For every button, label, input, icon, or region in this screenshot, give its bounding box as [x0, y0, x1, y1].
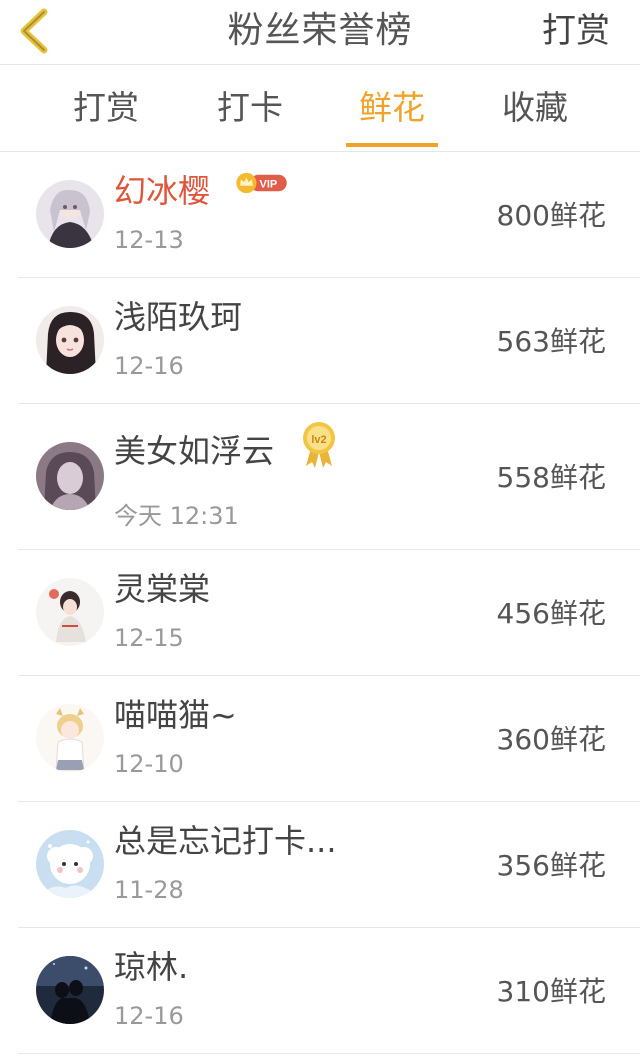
flower-count: 558鲜花	[496, 461, 606, 494]
avatar[interactable]	[36, 956, 104, 1024]
user-name[interactable]: 喵喵猫~	[114, 690, 237, 736]
avatar[interactable]	[36, 578, 104, 646]
list-item[interactable]: 琼林. 12-16 310鲜花	[18, 928, 640, 1054]
list-item[interactable]: 幻冰樱 VIP 12-13 800鲜花	[18, 152, 640, 278]
list-item[interactable]: 美女如浮云 lv2 今天 12:31 558鲜花	[18, 404, 640, 550]
tab-favorites[interactable]: 收藏	[485, 65, 585, 151]
avatar[interactable]	[36, 306, 104, 374]
flower-count: 356鲜花	[496, 849, 606, 882]
tab-label: 打卡	[217, 88, 283, 127]
tab-label: 收藏	[502, 88, 568, 127]
level-medal-icon: lv2	[303, 422, 335, 468]
tab-checkin[interactable]: 打卡	[200, 65, 300, 151]
tab-label: 打赏	[73, 88, 139, 127]
date-label: 11-28	[114, 876, 184, 904]
avatar[interactable]	[36, 180, 104, 248]
avatar[interactable]	[36, 704, 104, 772]
avatar[interactable]	[36, 442, 104, 510]
reward-button[interactable]: 打赏	[542, 0, 610, 62]
tab-flowers[interactable]: 鲜花	[346, 65, 438, 151]
crown-vip-icon: VIP	[236, 172, 287, 194]
flower-count: 310鲜花	[496, 975, 606, 1008]
tab-reward[interactable]: 打赏	[56, 65, 156, 151]
user-name[interactable]: 幻冰樱	[114, 166, 210, 212]
list-item[interactable]: 浅陌玖珂 12-16 563鲜花	[18, 278, 640, 404]
avatar[interactable]	[36, 830, 104, 898]
flower-count: 360鲜花	[496, 723, 606, 756]
user-name[interactable]: 美女如浮云	[114, 426, 274, 472]
list-item[interactable]: 灵棠棠 12-15 456鲜花	[18, 550, 640, 676]
date-label: 12-15	[114, 624, 184, 652]
level-badge-text: lv2	[311, 434, 326, 446]
tab-bar: 打赏 打卡 鲜花 收藏	[0, 65, 640, 152]
list-item[interactable]: 喵喵猫~ 12-10 360鲜花	[18, 676, 640, 802]
flower-count: 800鲜花	[496, 199, 606, 232]
user-name[interactable]: 灵棠棠	[114, 564, 210, 610]
vip-badge-text: VIP	[260, 179, 278, 191]
date-label: 12-16	[114, 1002, 184, 1030]
list-item[interactable]: 总是忘记打卡... 11-28 356鲜花	[18, 802, 640, 928]
date-label: 12-10	[114, 750, 184, 778]
date-label: 12-16	[114, 352, 184, 380]
user-name[interactable]: 琼林.	[114, 942, 188, 988]
top-bar: 粉丝荣誉榜 打赏	[0, 0, 640, 65]
active-tab-indicator	[346, 143, 438, 147]
date-label: 今天 12:31	[114, 502, 239, 530]
tab-label: 鲜花	[359, 88, 425, 127]
flower-count: 456鲜花	[496, 597, 606, 630]
user-name[interactable]: 总是忘记打卡...	[114, 816, 337, 862]
date-label: 12-13	[114, 226, 184, 254]
flower-count: 563鲜花	[496, 325, 606, 358]
fan-ranking-list: 幻冰樱 VIP 12-13 800鲜花 浅陌玖珂 12-16 563鲜花 美女如…	[0, 152, 640, 1054]
user-name[interactable]: 浅陌玖珂	[114, 292, 242, 338]
